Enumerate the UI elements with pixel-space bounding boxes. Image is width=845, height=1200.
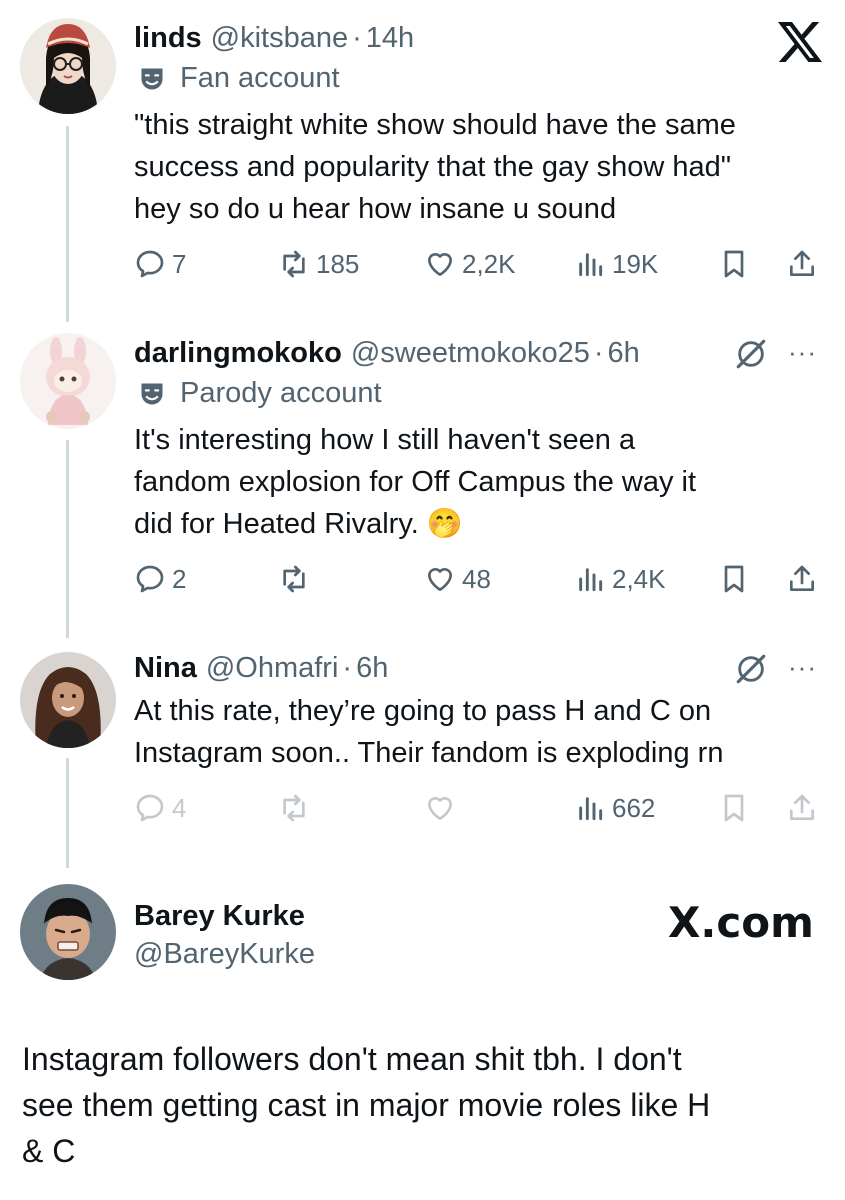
like-button[interactable]: 48 xyxy=(424,559,491,599)
repost-icon xyxy=(283,565,305,593)
views-button[interactable]: 2,4K xyxy=(574,559,666,599)
separator: · xyxy=(593,336,604,369)
action-bar: 4 662 xyxy=(134,788,824,828)
quote-text-line: Instagram followers don't mean shit tbh.… xyxy=(22,1041,682,1077)
heart-icon xyxy=(428,567,452,591)
account-label: Fan account xyxy=(134,62,340,95)
theater-mask-icon xyxy=(141,68,163,89)
emoji: 🤭 xyxy=(426,508,463,540)
user-handle[interactable]: @BareyKurke xyxy=(134,938,315,971)
views-icon xyxy=(579,253,603,277)
reply-icon xyxy=(136,250,164,278)
timestamp[interactable]: 14h xyxy=(366,22,414,55)
more-icon[interactable]: ··· xyxy=(788,652,817,683)
bookmark-button[interactable] xyxy=(718,244,756,284)
repost-button[interactable] xyxy=(278,559,316,599)
user-handle[interactable]: @kitsbane xyxy=(211,22,348,55)
reply-icon xyxy=(136,794,164,822)
repost-count: 185 xyxy=(316,248,360,279)
tweet-text-line: "this straight white show should have th… xyxy=(134,109,736,141)
reply-count: 2 xyxy=(172,563,187,594)
share-icon xyxy=(790,794,814,820)
bookmark-button[interactable] xyxy=(718,559,756,599)
tweet-text: At this rate, they’re going to pass H an… xyxy=(134,690,824,774)
display-name[interactable]: linds xyxy=(134,22,202,55)
share-icon xyxy=(790,250,814,276)
views-count: 662 xyxy=(612,792,656,823)
views-icon xyxy=(579,568,603,592)
bookmark-icon xyxy=(724,565,744,593)
repost-button[interactable]: 185 xyxy=(278,244,359,284)
like-button[interactable] xyxy=(424,788,462,828)
tweet-text-line: hey so do u hear how insane u sound xyxy=(134,193,617,225)
views-count: 2,4K xyxy=(612,563,666,594)
share-button[interactable] xyxy=(786,788,824,828)
bookmark-button[interactable] xyxy=(718,788,756,828)
reply-button[interactable]: 7 xyxy=(134,244,186,284)
quote-text: Instagram followers don't mean shit tbh.… xyxy=(22,1036,822,1174)
thread-line xyxy=(66,126,69,322)
action-bar: 2 48 2,4K xyxy=(134,559,824,599)
timestamp[interactable]: 6h xyxy=(608,337,640,370)
like-count: 2,2K xyxy=(462,248,516,279)
share-button[interactable] xyxy=(786,559,824,599)
share-button[interactable] xyxy=(786,244,824,284)
heart-icon xyxy=(428,252,452,276)
share-icon xyxy=(790,565,814,591)
brand-label: X.com xyxy=(668,898,814,947)
display-name[interactable]: Barey Kurke xyxy=(134,900,305,933)
repost-icon xyxy=(283,794,305,822)
tweet-text-line: fandom explosion for Off Campus the way … xyxy=(134,466,697,498)
views-button[interactable]: 662 xyxy=(574,788,655,828)
account-label-text: Parody account xyxy=(180,377,382,409)
quote-text-line: & C xyxy=(22,1133,76,1169)
reply-button[interactable]: 4 xyxy=(134,788,186,828)
more-icon[interactable]: ··· xyxy=(788,337,817,368)
heart-icon xyxy=(428,796,452,820)
like-count: 48 xyxy=(462,563,491,594)
x-logo-icon[interactable] xyxy=(776,20,824,64)
repost-button[interactable] xyxy=(278,788,316,828)
reply-count: 4 xyxy=(172,792,187,823)
tweet-text-line: Instagram soon.. Their fandom is explodi… xyxy=(134,737,724,769)
account-label: Parody account xyxy=(134,377,382,410)
views-count: 19K xyxy=(612,248,659,279)
thread-line xyxy=(66,440,69,638)
thread-line xyxy=(66,758,69,868)
bookmark-icon xyxy=(724,250,744,278)
action-bar: 7 185 2,2K 19K xyxy=(134,244,824,284)
timestamp[interactable]: 6h xyxy=(356,652,388,685)
separator: · xyxy=(342,651,353,684)
avatar[interactable] xyxy=(20,652,116,748)
reply-button[interactable]: 2 xyxy=(134,559,186,599)
reply-icon xyxy=(136,565,164,593)
tweet-text-line: It's interesting how I still haven't see… xyxy=(134,424,636,456)
like-button[interactable]: 2,2K xyxy=(424,244,516,284)
views-icon xyxy=(579,797,603,821)
reply-count: 7 xyxy=(172,248,187,279)
user-handle[interactable]: @sweetmokoko25 xyxy=(351,337,590,370)
display-name[interactable]: Nina xyxy=(134,652,197,685)
account-label-text: Fan account xyxy=(180,62,340,94)
display-name[interactable]: darlingmokoko xyxy=(134,337,342,370)
avatar[interactable] xyxy=(20,333,116,429)
grok-icon[interactable] xyxy=(734,652,768,686)
separator: · xyxy=(352,21,362,54)
views-button[interactable]: 19K xyxy=(574,244,658,284)
theater-mask-icon xyxy=(141,383,163,404)
avatar[interactable] xyxy=(20,18,116,114)
tweet-text-line: At this rate, they’re going to pass H an… xyxy=(134,695,712,727)
tweet-text: It's interesting how I still haven't see… xyxy=(134,419,824,545)
user-handle[interactable]: @Ohmafri xyxy=(206,652,339,685)
avatar[interactable] xyxy=(20,884,116,980)
repost-icon xyxy=(283,250,305,278)
tweet-text: "this straight white show should have th… xyxy=(134,104,824,230)
grok-icon[interactable] xyxy=(734,337,768,371)
tweet-text-fragment: did for Heated Rivalry. xyxy=(134,508,419,540)
tweet-text-line: did for Heated Rivalry. 🤭 xyxy=(134,503,824,545)
tweet-text-line: success and popularity that the gay show… xyxy=(134,151,732,183)
quote-text-line: see them getting cast in major movie rol… xyxy=(22,1087,711,1123)
bookmark-icon xyxy=(724,794,744,822)
